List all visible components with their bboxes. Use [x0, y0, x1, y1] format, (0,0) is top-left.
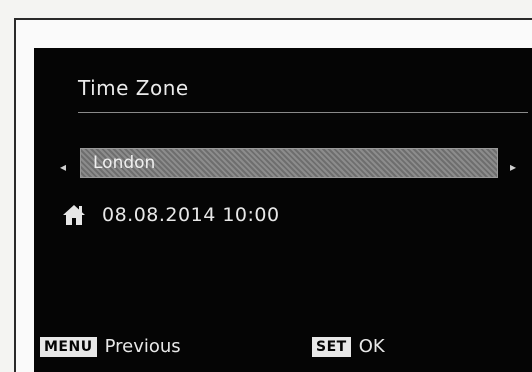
set-key-badge: SET — [312, 336, 351, 357]
ok-button[interactable]: SET OK — [312, 336, 385, 357]
time-zone-value: London — [93, 153, 156, 173]
title-divider — [78, 112, 528, 113]
previous-label: Previous — [104, 336, 181, 357]
lcd-screen: Time Zone ◂ London ▸ 08.08.2014 10:00 ME… — [34, 48, 532, 372]
time-zone-selector[interactable]: London — [80, 148, 498, 178]
page-title: Time Zone — [78, 76, 189, 100]
left-arrow-icon[interactable]: ◂ — [60, 160, 66, 174]
ok-label: OK — [358, 336, 385, 357]
home-time-row: 08.08.2014 10:00 — [62, 204, 280, 226]
menu-key-badge: MENU — [40, 336, 97, 357]
home-datetime: 08.08.2014 10:00 — [102, 204, 280, 226]
right-arrow-icon[interactable]: ▸ — [510, 160, 516, 174]
home-icon — [62, 204, 86, 226]
previous-button[interactable]: MENU Previous — [40, 336, 181, 357]
